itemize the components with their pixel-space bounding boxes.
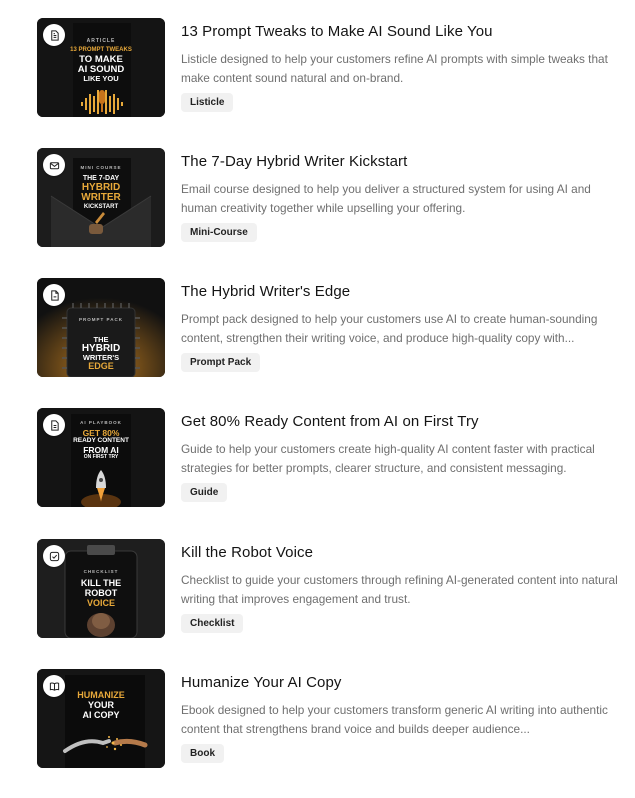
item-description: Prompt pack designed to help your custom… bbox=[181, 312, 598, 345]
type-badge: Mini-Course bbox=[181, 223, 257, 242]
cover-kicker: CHECKLIST bbox=[83, 569, 119, 574]
list-item[interactable]: AI PLAYBOOK GET 80% READY CONTENT FROM A… bbox=[37, 408, 627, 508]
cover-line: ROBOT bbox=[84, 588, 118, 598]
file-icon bbox=[43, 284, 65, 306]
cover-line: WRITER bbox=[81, 192, 121, 203]
cover-thumbnail[interactable]: MINI COURSE THE 7-DAY HYBRID WRITER KICK… bbox=[37, 148, 165, 247]
item-description: Ebook designed to help your customers tr… bbox=[181, 703, 608, 736]
type-badge: Prompt Pack bbox=[181, 353, 261, 372]
item-title[interactable]: The Hybrid Writer's Edge bbox=[181, 283, 350, 300]
cover-line: EDGE bbox=[88, 361, 114, 371]
mail-icon bbox=[43, 154, 65, 176]
cover-line: KICKSTART bbox=[83, 204, 119, 210]
cover-thumbnail[interactable]: CHECKLIST KILL THE ROBOT VOICE bbox=[37, 539, 165, 638]
document-list-icon bbox=[43, 24, 65, 46]
item-title[interactable]: The 7-Day Hybrid Writer Kickstart bbox=[181, 153, 407, 170]
cover-line: VOICE bbox=[86, 598, 115, 608]
cover-line: ON FIRST TRY bbox=[83, 454, 119, 460]
cover-line: KILL THE bbox=[80, 578, 122, 588]
cover-line: LIKE YOU bbox=[83, 74, 119, 83]
checkbox-icon bbox=[43, 545, 65, 567]
list-item[interactable]: ARTICLE 13 PROMPT TWEAKS TO MAKE AI SOUN… bbox=[37, 18, 627, 118]
list-item[interactable]: HUMANIZE YOUR AI COPY Humanize Your AI C… bbox=[37, 669, 627, 769]
cover-line: 13 PROMPT TWEAKS bbox=[70, 47, 132, 53]
item-title[interactable]: 13 Prompt Tweaks to Make AI Sound Like Y… bbox=[181, 23, 493, 40]
file-text-icon bbox=[43, 414, 65, 436]
cover-line: AI COPY bbox=[82, 710, 120, 720]
type-badge: Book bbox=[181, 744, 224, 763]
item-description: Email course designed to help you delive… bbox=[181, 182, 591, 215]
list-item[interactable]: CHECKLIST KILL THE ROBOT VOICE Kill the … bbox=[37, 539, 627, 639]
list-item[interactable]: MINI COURSE THE 7-DAY HYBRID WRITER KICK… bbox=[37, 148, 627, 248]
item-description: Checklist to guide your customers throug… bbox=[181, 573, 618, 606]
product-list: ARTICLE 13 PROMPT TWEAKS TO MAKE AI SOUN… bbox=[0, 0, 635, 798]
cover-thumbnail[interactable]: AI PLAYBOOK GET 80% READY CONTENT FROM A… bbox=[37, 408, 165, 507]
type-badge: Listicle bbox=[181, 93, 234, 112]
type-badge: Checklist bbox=[181, 614, 244, 633]
list-item[interactable]: PROMPT PACK THE HYBRID WRITER'S EDGE The… bbox=[37, 278, 627, 378]
cover-thumbnail[interactable]: HUMANIZE YOUR AI COPY bbox=[37, 669, 165, 768]
cover-thumbnail[interactable]: PROMPT PACK THE HYBRID WRITER'S EDGE bbox=[37, 278, 165, 377]
item-title[interactable]: Kill the Robot Voice bbox=[181, 544, 313, 561]
item-description: Listicle designed to help your customers… bbox=[181, 52, 608, 85]
cover-line: YOUR bbox=[87, 700, 114, 710]
cover-line: READY CONTENT bbox=[73, 437, 129, 444]
cover-thumbnail[interactable]: ARTICLE 13 PROMPT TWEAKS TO MAKE AI SOUN… bbox=[37, 18, 165, 117]
item-description: Guide to help your customers create high… bbox=[181, 442, 595, 475]
item-title[interactable]: Humanize Your AI Copy bbox=[181, 674, 342, 691]
book-icon bbox=[43, 675, 65, 697]
item-title[interactable]: Get 80% Ready Content from AI on First T… bbox=[181, 413, 479, 430]
type-badge: Guide bbox=[181, 483, 228, 502]
cover-kicker: PROMPT PACK bbox=[79, 317, 123, 322]
